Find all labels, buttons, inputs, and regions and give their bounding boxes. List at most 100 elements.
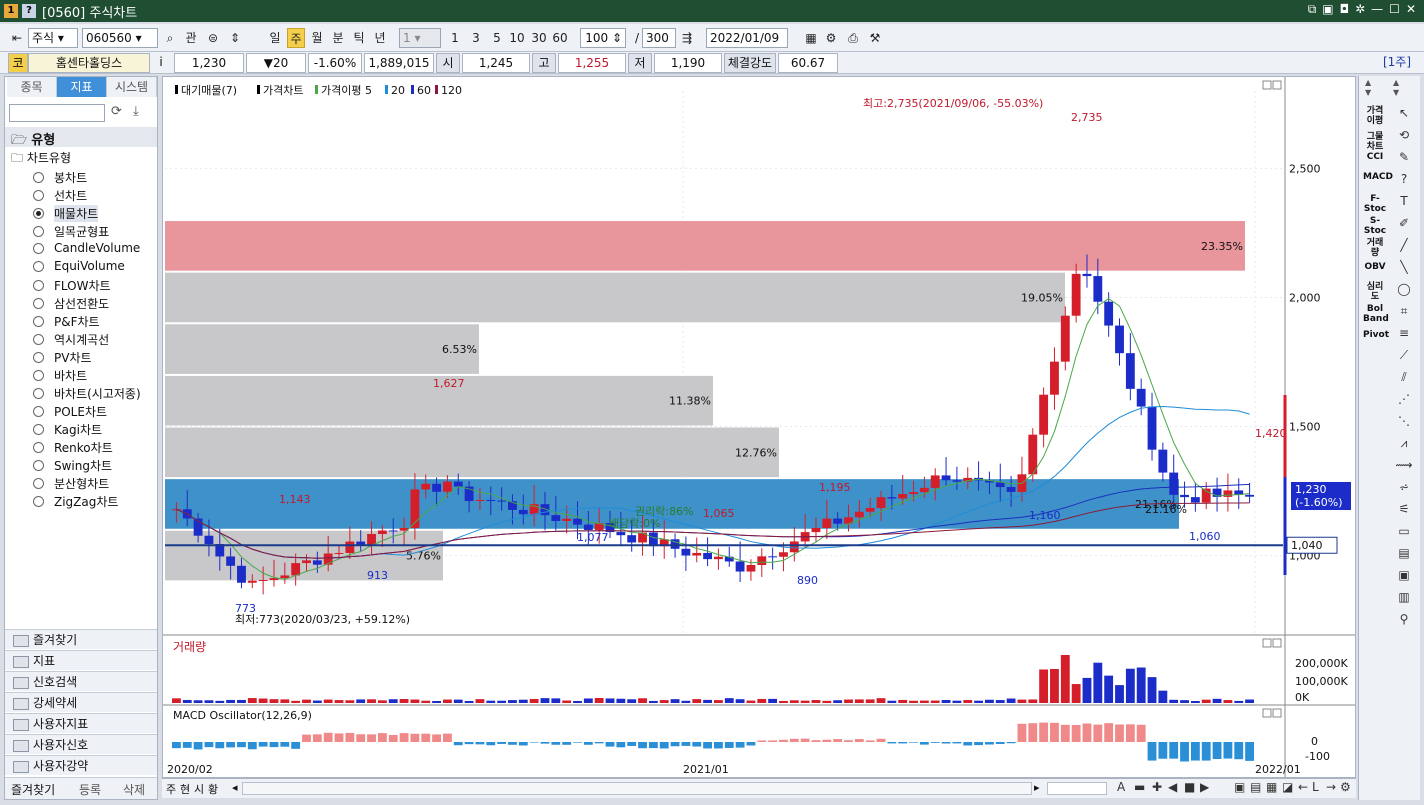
pane-close-icon[interactable]: [1272, 708, 1282, 718]
tab-stocks[interactable]: 종목: [7, 77, 57, 97]
drawing-tool-icon[interactable]: ↖: [1393, 106, 1415, 124]
radio-icon[interactable]: [33, 242, 44, 254]
interval-1[interactable]: 1: [446, 28, 464, 48]
radio-icon[interactable]: [33, 260, 44, 272]
drawing-tool-icon[interactable]: ╲: [1393, 260, 1415, 278]
market-select[interactable]: 주식 ▾: [28, 28, 78, 48]
bottom-tab-status[interactable]: 황: [208, 781, 218, 797]
indicator-shortcut[interactable]: Bol Band: [1363, 304, 1389, 324]
minimize-icon[interactable]: —: [1371, 2, 1383, 17]
zoom-in-icon[interactable]: ▬: [1134, 780, 1145, 794]
subfolder-chart-type[interactable]: 🗀 차트유형: [11, 149, 71, 170]
radio-icon[interactable]: [33, 316, 44, 327]
camera-icon[interactable]: ◘: [1340, 2, 1350, 17]
chart-type-item[interactable]: 바차트(시고저종): [33, 385, 141, 402]
layout-icon[interactable]: ▤: [1250, 780, 1261, 794]
stop-icon[interactable]: ■: [1184, 780, 1195, 794]
chart-type-item[interactable]: 삼선전환도: [33, 295, 109, 312]
indicator-shortcut[interactable]: Pivot: [1363, 330, 1389, 340]
zoom-slider[interactable]: [1047, 782, 1107, 795]
chart-area[interactable]: 23.35% 19.05% 6.53% 11.38% 12.76% 21.16% 5.76%…: [162, 76, 1356, 778]
drawing-tool-icon[interactable]: ▭: [1393, 524, 1415, 542]
scroll-arrow-icon[interactable]: ▼: [1393, 88, 1399, 97]
horizontal-scrollbar[interactable]: [242, 782, 1032, 795]
drawing-tool-icon[interactable]: ⩫: [1393, 480, 1415, 498]
help-icon[interactable]: ?: [22, 4, 36, 18]
bottom-tab-current[interactable]: 현: [180, 781, 190, 797]
prev-icon[interactable]: ◀: [1168, 780, 1177, 794]
scroll-right-icon[interactable]: ▸: [1034, 781, 1040, 794]
drawing-tool-icon[interactable]: ╱: [1393, 238, 1415, 256]
interval-select[interactable]: 1 ▾: [399, 28, 441, 48]
period-tick[interactable]: 틱: [350, 28, 368, 48]
folder-row[interactable]: 지표: [5, 650, 157, 670]
close-icon[interactable]: ✕: [1406, 2, 1416, 17]
indicator-shortcut[interactable]: 그물차트: [1363, 132, 1387, 152]
chart-type-item[interactable]: 분산형차트: [33, 475, 109, 492]
drawing-tool-icon[interactable]: ⟋: [1393, 348, 1415, 366]
settings-icon[interactable]: ✲: [1355, 2, 1365, 17]
chart-type-item[interactable]: 역시계곡선: [33, 331, 109, 348]
drawing-tool-icon[interactable]: ⚲: [1393, 612, 1415, 630]
drawing-tool-icon[interactable]: ⟲: [1393, 128, 1415, 146]
print-icon[interactable]: ⎙: [844, 28, 862, 48]
drawing-tool-icon[interactable]: ⟿: [1393, 458, 1415, 476]
delete-button[interactable]: 삭제: [123, 781, 145, 798]
chart-type-item[interactable]: CandleVolume: [33, 241, 140, 255]
folder-row[interactable]: 즐겨찾기: [5, 629, 157, 649]
apply-icon[interactable]: ⇶: [678, 28, 696, 48]
favorites-tab[interactable]: 즐겨찾기: [11, 781, 55, 798]
radio-icon[interactable]: [33, 208, 44, 219]
date-input[interactable]: 2022/01/09 ▾: [706, 28, 788, 63]
drawing-tool-icon[interactable]: ≡: [1393, 326, 1415, 344]
tab-indicators[interactable]: 지표: [57, 77, 107, 97]
bottom-tab-time[interactable]: 시: [194, 781, 204, 797]
link-icon[interactable]: ⧉: [1308, 2, 1317, 17]
radio-icon[interactable]: [33, 442, 44, 453]
radio-icon[interactable]: [33, 478, 44, 489]
scroll-arrow-icon[interactable]: ▼: [1365, 88, 1371, 97]
interval-30[interactable]: 30: [530, 28, 548, 48]
info-button[interactable]: i: [152, 53, 170, 73]
radio-icon[interactable]: [33, 172, 44, 183]
drawing-tool-icon[interactable]: ✐: [1393, 216, 1415, 234]
stock-code-input[interactable]: 060560 ▾: [82, 28, 158, 48]
indicator-shortcut[interactable]: OBV: [1363, 262, 1387, 272]
interval-60[interactable]: 60: [551, 28, 569, 48]
chart-type-item[interactable]: PV차트: [33, 349, 92, 366]
price-chart-svg[interactable]: 23.35% 19.05% 6.53% 11.38% 12.76% 21.16% 5.76%…: [163, 77, 1357, 779]
radio-icon[interactable]: [33, 406, 44, 417]
radio-icon[interactable]: [33, 496, 44, 507]
gear-icon[interactable]: ⚙: [822, 28, 840, 48]
zoom-input[interactable]: 100 ⇕: [580, 28, 626, 48]
first-icon[interactable]: ⇤: [8, 28, 26, 48]
indicator-shortcut[interactable]: MACD: [1363, 172, 1393, 182]
pane-close-icon[interactable]: [1272, 80, 1282, 90]
folder-row[interactable]: 강세약세: [5, 692, 157, 712]
indicator-shortcut[interactable]: 가격이평: [1363, 106, 1387, 126]
radio-icon[interactable]: [33, 280, 44, 291]
interval-5[interactable]: 5: [488, 28, 506, 48]
interval-10[interactable]: 10: [508, 28, 526, 48]
tab-systems[interactable]: 시스템: [107, 77, 157, 97]
folder-row[interactable]: 사용자신호: [5, 734, 157, 754]
l-icon[interactable]: L: [1312, 780, 1319, 794]
chart-icon[interactable]: ▦: [802, 28, 820, 48]
scroll-arrow-icon[interactable]: ▲: [1365, 78, 1371, 87]
next-icon[interactable]: ▶: [1200, 780, 1209, 794]
chart-type-item[interactable]: 바차트: [33, 367, 87, 384]
interest-button[interactable]: 관: [182, 28, 200, 48]
drawing-tool-icon[interactable]: ⩘: [1393, 436, 1415, 454]
chart-type-item[interactable]: 일목균형표: [33, 223, 109, 240]
refresh-icon[interactable]: ⟳: [111, 104, 122, 119]
radio-icon[interactable]: [33, 460, 44, 471]
chart-type-item[interactable]: POLE차트: [33, 403, 107, 420]
period-day[interactable]: 일: [266, 28, 284, 48]
chart-type-item[interactable]: Renko차트: [33, 439, 113, 456]
period-year[interactable]: 년: [371, 28, 389, 48]
add-icon[interactable]: ✚: [1152, 780, 1162, 794]
chart-type-icon[interactable]: ◪: [1282, 780, 1293, 794]
radio-icon[interactable]: [33, 190, 44, 201]
drawing-tool-icon[interactable]: ▤: [1393, 546, 1415, 564]
drawing-tool-icon[interactable]: T: [1393, 194, 1415, 212]
